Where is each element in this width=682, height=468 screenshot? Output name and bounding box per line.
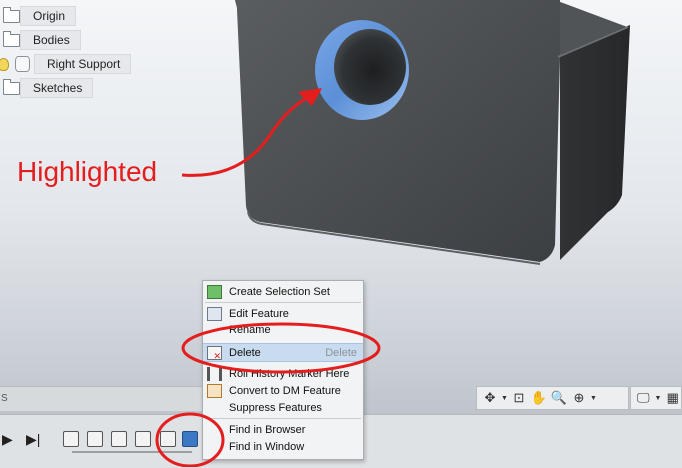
browser-item-label: Bodies <box>20 30 81 50</box>
display-toolbar: 🖵 ▼ ▦ <box>630 386 682 410</box>
menu-item-label: Edit Feature <box>229 307 289 320</box>
skip-end-icon[interactable]: ▶| <box>26 431 40 448</box>
edit-feature-icon <box>207 306 222 321</box>
selection-set-icon <box>207 284 222 299</box>
browser-item-origin[interactable]: Origin <box>0 6 77 26</box>
browser-item-label: Sketches <box>20 78 94 98</box>
context-menu: Create Selection Set Edit Feature Rename… <box>202 280 364 460</box>
menu-item-label: Suppress Features <box>229 401 322 414</box>
timeline-hole-icon[interactable] <box>111 431 127 447</box>
menu-item-label: Create Selection Set <box>229 285 330 298</box>
browser-item-label: Right Support <box>34 54 132 74</box>
convert-feature-icon <box>207 383 222 398</box>
menu-item-shortcut: Delete <box>325 346 357 359</box>
timeline-sketch-icon[interactable] <box>63 431 79 447</box>
folder-icon <box>3 78 20 95</box>
menu-item-delete[interactable]: ✕ Delete Delete <box>203 343 363 362</box>
browser-item-sketches[interactable]: Sketches <box>0 78 94 98</box>
menu-item-create-selection-set[interactable]: Create Selection Set <box>203 283 363 300</box>
menu-item-edit-feature[interactable]: Edit Feature <box>203 305 363 322</box>
zoom-icon[interactable]: 🔍 <box>550 390 568 406</box>
play-icon[interactable]: ▶ <box>2 431 13 448</box>
menu-separator <box>205 418 361 419</box>
chevron-down-icon[interactable]: ▼ <box>501 395 508 402</box>
browser-item-bodies[interactable]: Bodies <box>0 30 81 50</box>
menu-item-label: Convert to DM Feature <box>229 384 341 397</box>
menu-item-label: Rename <box>229 323 271 336</box>
menu-separator <box>205 302 361 303</box>
history-marker-icon <box>207 366 222 381</box>
menu-item-rename[interactable]: Rename <box>203 321 363 338</box>
pan-hand-icon[interactable]: ✋ <box>530 390 548 406</box>
menu-item-label: Find in Window <box>229 440 305 453</box>
timeline-track <box>72 451 192 453</box>
menu-item-roll-history-marker[interactable]: Roll History Marker Here <box>203 365 363 382</box>
visibility-bulb-icon[interactable] <box>0 57 9 71</box>
viewport-bar-left: S <box>0 386 206 411</box>
annotation-label: Highlighted <box>17 156 158 187</box>
look-at-icon[interactable]: ⊡ <box>510 390 528 406</box>
navigation-toolbar: ✥ ▼ ⊡ ✋ 🔍 ⊕ ▼ <box>476 386 629 410</box>
display-settings-icon[interactable]: 🖵 <box>635 390 652 406</box>
menu-item-find-in-browser[interactable]: Find in Browser <box>203 421 363 438</box>
menu-item-find-in-window[interactable]: Find in Window <box>203 438 363 455</box>
folder-icon <box>3 30 20 47</box>
timeline-extrude-icon[interactable] <box>87 431 103 447</box>
menu-item-label: Delete <box>229 346 261 359</box>
menu-item-label: Roll History Marker Here <box>229 367 350 380</box>
timeline-selected-feature-icon[interactable] <box>182 431 198 447</box>
menu-item-convert-dm-feature[interactable]: Convert to DM Feature <box>203 382 363 399</box>
timeline-feature-icon[interactable] <box>135 431 151 447</box>
browser-item-label: Origin <box>20 6 77 26</box>
browser-item-right-support[interactable]: Right Support <box>0 54 132 74</box>
delete-icon: ✕ <box>207 345 222 361</box>
chevron-down-icon[interactable]: ▼ <box>655 395 662 402</box>
fit-zoom-icon[interactable]: ⊕ <box>570 390 588 406</box>
body-icon <box>15 56 30 72</box>
grid-icon[interactable]: ▦ <box>664 390 681 406</box>
chevron-down-icon[interactable]: ▼ <box>590 395 597 402</box>
folder-icon <box>3 6 20 23</box>
timeline-feature-icon[interactable] <box>160 431 176 447</box>
menu-item-suppress-features[interactable]: Suppress Features <box>203 399 363 416</box>
orbit-icon[interactable]: ✥ <box>481 390 499 406</box>
menu-item-label: Find in Browser <box>229 423 306 436</box>
